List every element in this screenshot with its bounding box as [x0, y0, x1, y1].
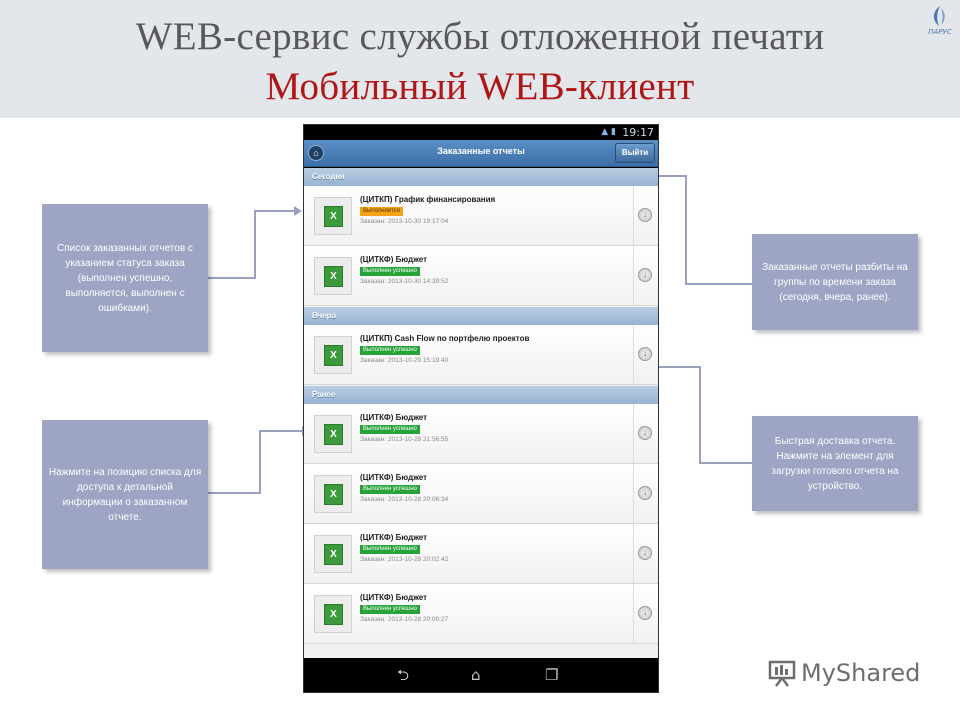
download-icon: ↓	[643, 349, 647, 358]
status-badge: Выполнен успешно	[360, 425, 420, 434]
item-title: (ЦИТКФ) Бюджет	[360, 473, 428, 482]
excel-report-icon: X	[314, 535, 352, 573]
callout-list-status-text: Список заказанных отчетов с указанием ст…	[57, 242, 193, 314]
connector-list-status	[208, 210, 296, 279]
slide-header: WEB-сервис службы отложенной печати Моби…	[0, 0, 960, 118]
item-divider	[633, 325, 634, 385]
callout-list-status: Список заказанных отчетов с указанием ст…	[42, 204, 208, 352]
item-divider	[633, 404, 634, 464]
connector-tap-item	[208, 430, 304, 494]
item-divider	[633, 246, 634, 306]
callout-grouping-text: Заказанные отчеты разбиты на группы по в…	[762, 261, 908, 303]
android-nav-bar: ⮌ ⌂ ❐	[304, 658, 658, 692]
list-item[interactable]: X (ЦИТКФ) Бюджет Выполнен успешно Заказа…	[304, 584, 658, 644]
wifi-signal-battery-icon: ▲ ▮	[601, 127, 616, 137]
callout-tap-item: Нажмите на позицию списка для доступа к …	[42, 420, 208, 569]
download-icon: ↓	[643, 488, 647, 497]
item-title: (ЦИТКП) График финансирования	[360, 195, 496, 204]
item-divider	[633, 524, 634, 584]
item-date: Заказан: 2013-10-30 14:39:52	[360, 278, 449, 285]
item-divider	[633, 186, 634, 246]
status-badge: Выполнен успешно	[360, 267, 420, 276]
list-item[interactable]: X (ЦИТКФ) Бюджет Выполнен успешно Заказа…	[304, 246, 658, 306]
recent-apps-icon[interactable]: ❐	[545, 667, 558, 683]
excel-report-icon: X	[314, 415, 352, 453]
exit-button[interactable]: Выйти	[615, 143, 655, 163]
download-button[interactable]: ↓	[638, 426, 652, 440]
item-title: (ЦИТКФ) Бюджет	[360, 533, 428, 542]
status-badge: Выполнен успешно	[360, 346, 420, 355]
item-title: (ЦИТКФ) Бюджет	[360, 255, 428, 264]
status-time: 19:17	[622, 126, 654, 139]
download-button[interactable]: ↓	[638, 486, 652, 500]
list-item[interactable]: X (ЦИТКФ) Бюджет Выполнен успешно Заказа…	[304, 464, 658, 524]
download-icon: ↓	[643, 210, 647, 219]
report-list: Сегодня X (ЦИТКП) График финансирования …	[304, 168, 658, 658]
item-date: Заказан: 2013-10-28 20:02:42	[360, 556, 449, 563]
excel-report-icon: X	[314, 336, 352, 374]
item-date: Заказан: 2013-10-28 20:06:34	[360, 496, 449, 503]
item-date: Заказан: 2013-10-28 21:56:55	[360, 436, 449, 443]
excel-report-icon: X	[314, 475, 352, 513]
back-icon[interactable]: ⮌	[397, 667, 409, 683]
item-title: (ЦИТКП) Cash Flow по портфелю проектов	[360, 334, 530, 343]
status-badge: Выполнен успешно	[360, 605, 420, 614]
callout-download-text: Быстрая доставка отчета. Нажмите на элем…	[771, 435, 899, 492]
connector-download	[654, 366, 752, 464]
presentation-icon	[767, 658, 797, 688]
item-title: (ЦИТКФ) Бюджет	[360, 593, 428, 602]
status-bar: ▲ ▮ 19:17	[304, 125, 658, 140]
slide-title: WEB-сервис службы отложенной печати	[135, 15, 825, 58]
item-date: Заказан: 2013-10-29 15:19:40	[360, 357, 449, 364]
home-nav-icon[interactable]: ⌂	[471, 667, 481, 683]
watermark: MyShared	[767, 656, 920, 690]
list-item[interactable]: X (ЦИТКП) Cash Flow по портфелю проектов…	[304, 325, 658, 385]
callout-download: Быстрая доставка отчета. Нажмите на элем…	[752, 416, 918, 511]
list-item[interactable]: X (ЦИТКФ) Бюджет Выполнен успешно Заказа…	[304, 524, 658, 584]
status-badge: Выполнен успешно	[360, 545, 420, 554]
app-header: ⌂ Заказанные отчеты Выйти	[304, 140, 658, 167]
download-icon: ↓	[643, 608, 647, 617]
group-header-today: Сегодня	[304, 168, 658, 186]
download-icon: ↓	[643, 270, 647, 279]
phone-screenshot: ▲ ▮ 19:17 ⌂ Заказанные отчеты Выйти Сего…	[303, 124, 659, 693]
excel-report-icon: X	[314, 257, 352, 295]
app-title: Заказанные отчеты	[437, 146, 525, 156]
callout-grouping: Заказанные отчеты разбиты на группы по в…	[752, 234, 918, 330]
group-header-yesterday: Вчера	[304, 307, 658, 325]
item-date: Заказан: 2013-10-28 20:00:27	[360, 616, 449, 623]
download-button[interactable]: ↓	[638, 546, 652, 560]
download-button[interactable]: ↓	[638, 347, 652, 361]
item-divider	[633, 584, 634, 644]
download-button[interactable]: ↓	[638, 208, 652, 222]
download-button[interactable]: ↓	[638, 606, 652, 620]
sail-logo-icon	[933, 6, 945, 26]
item-date: Заказан: 2013-10-30 19:17:04	[360, 218, 449, 225]
parus-logo: ПАРУС	[922, 4, 958, 40]
arrowhead-list-status	[294, 206, 302, 216]
group-header-earlier: Ранее	[304, 386, 658, 404]
callout-tap-item-text: Нажмите на позицию списка для доступа к …	[48, 466, 202, 523]
logo-text: ПАРУС	[928, 28, 952, 36]
list-item[interactable]: X (ЦИТКФ) Бюджет Выполнен успешно Заказа…	[304, 404, 658, 464]
download-icon: ↓	[643, 548, 647, 557]
slide-subtitle: Мобильный WEB-клиент	[265, 65, 695, 108]
status-badge: Выполняется	[360, 207, 403, 216]
download-icon: ↓	[643, 428, 647, 437]
status-badge: Выполнен успешно	[360, 485, 420, 494]
list-item[interactable]: X (ЦИТКП) График финансирования Выполняе…	[304, 186, 658, 246]
item-divider	[633, 464, 634, 524]
excel-report-icon: X	[314, 197, 352, 235]
download-button[interactable]: ↓	[638, 268, 652, 282]
watermark-text: MyShared	[801, 659, 921, 687]
item-title: (ЦИТКФ) Бюджет	[360, 413, 428, 422]
excel-report-icon: X	[314, 595, 352, 633]
